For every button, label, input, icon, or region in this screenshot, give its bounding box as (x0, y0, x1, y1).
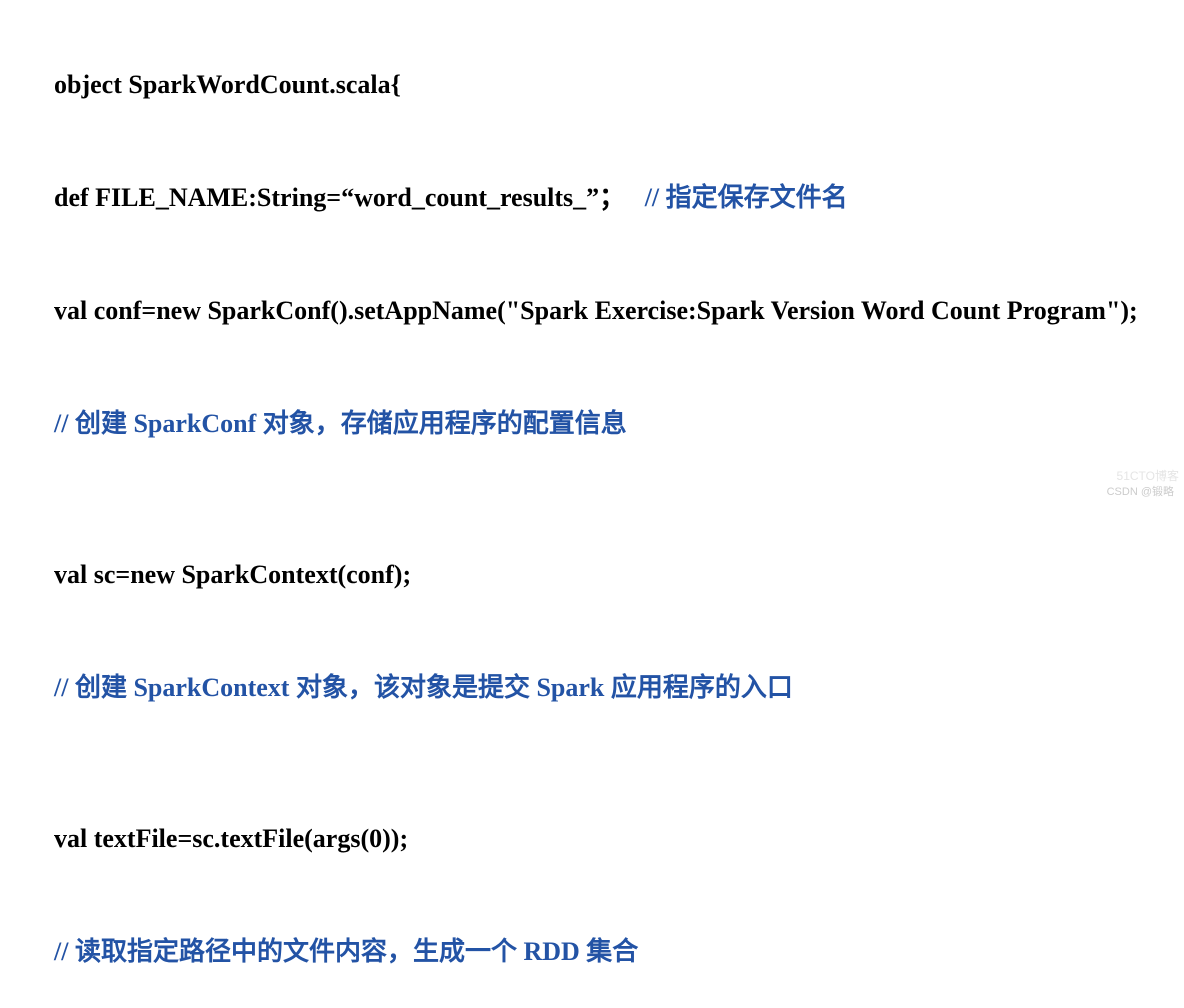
code-line-6: // 创建 SparkContext 对象，该对象是提交 Spark 应用程序的… (28, 631, 1156, 744)
code-comment: // 指定保存文件名 (625, 183, 847, 212)
code-text: val sc=new SparkContext(conf); (54, 560, 411, 589)
code-text: object SparkWordCount.scala{ (54, 70, 401, 99)
code-text: def FILE_NAME:String=“word_count_results… (54, 183, 625, 212)
code-line-4: // 创建 SparkConf 对象，存储应用程序的配置信息 (28, 367, 1156, 480)
blank-line (28, 480, 1156, 518)
code-text: val textFile=sc.textFile(args(0)); (54, 824, 408, 853)
blank-line (28, 744, 1156, 782)
code-line-5: val sc=new SparkContext(conf); (28, 518, 1156, 631)
code-line-2: def FILE_NAME:String=“word_count_results… (28, 141, 1156, 254)
code-comment: // 读取指定路径中的文件内容，生成一个 RDD 集合 (54, 937, 638, 966)
code-comment: // 创建 SparkContext 对象，该对象是提交 Spark 应用程序的… (54, 673, 793, 702)
code-line-7: val textFile=sc.textFile(args(0)); (28, 782, 1156, 895)
code-comment: // 创建 SparkConf 对象，存储应用程序的配置信息 (54, 409, 627, 438)
code-block: object SparkWordCount.scala{ def FILE_NA… (28, 28, 1156, 1008)
code-line-1: object SparkWordCount.scala{ (28, 28, 1156, 141)
watermark-faint: 51CTO博客 (1117, 467, 1179, 484)
code-line-3: val conf=new SparkConf().setAppName("Spa… (28, 254, 1156, 367)
code-text: val conf=new SparkConf().setAppName("Spa… (54, 296, 1138, 325)
watermark-main: CSDN @锻略 (1107, 483, 1174, 499)
code-line-8: // 读取指定路径中的文件内容，生成一个 RDD 集合 (28, 895, 1156, 1008)
